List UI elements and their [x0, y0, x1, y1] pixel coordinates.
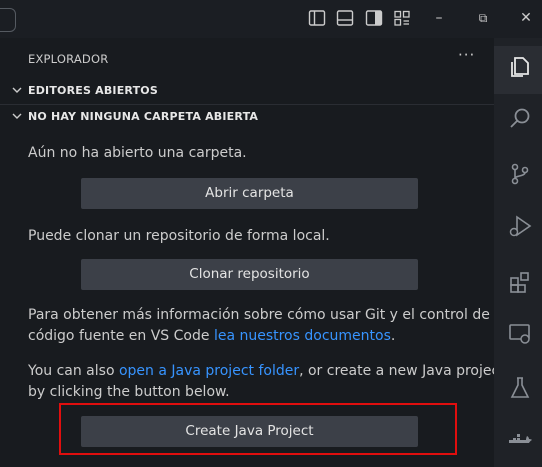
explorer-icon[interactable]: [506, 53, 534, 81]
section-label: EDITORES ABIERTOS: [28, 84, 158, 97]
minimize-button[interactable]: –: [429, 8, 449, 28]
java-info-prefix: You can also: [28, 363, 119, 379]
command-center-edge[interactable]: [0, 8, 16, 32]
section-no-folder[interactable]: NO HAY NINGUNA CARPETA ABIERTA: [0, 106, 494, 128]
no-folder-message: Aún no ha abierto una carpeta.: [28, 145, 247, 161]
remote-explorer-icon[interactable]: [506, 320, 534, 348]
clone-repository-button[interactable]: Clonar repositorio: [81, 259, 418, 290]
open-java-folder-link[interactable]: open a Java project folder: [119, 363, 299, 379]
testing-icon[interactable]: [506, 374, 534, 402]
git-info-line-1: Para obtener más información sobre cómo …: [28, 307, 490, 323]
search-icon[interactable]: [506, 105, 534, 133]
section-label: NO HAY NINGUNA CARPETA ABIERTA: [28, 110, 259, 123]
docker-icon[interactable]: [506, 428, 534, 456]
highlight-box: [59, 403, 457, 455]
java-info-suffix: , or create a new Java project: [299, 363, 505, 379]
toggle-panel-icon[interactable]: [336, 9, 354, 27]
restore-button[interactable]: ⧉: [473, 8, 493, 28]
git-info-prefix: código fuente en VS Code: [28, 328, 214, 344]
close-button[interactable]: ✕: [516, 8, 536, 28]
section-open-editors[interactable]: EDITORES ABIERTOS: [0, 80, 494, 102]
source-control-icon[interactable]: [506, 160, 534, 188]
git-info-line-2: código fuente en VS Code lea nuestros do…: [28, 326, 395, 347]
title-bar: – ⧉ ✕: [0, 0, 542, 38]
java-info-line-2: by clicking the button below.: [28, 384, 230, 400]
toggle-secondary-sidebar-icon[interactable]: [365, 9, 383, 27]
open-folder-button[interactable]: Abrir carpeta: [81, 178, 418, 209]
git-docs-link[interactable]: lea nuestros documentos: [214, 328, 391, 344]
run-debug-icon[interactable]: [506, 212, 534, 240]
section-divider: [0, 104, 494, 105]
chevron-down-icon: [10, 108, 24, 122]
activity-bar: [494, 38, 542, 467]
git-info-suffix: .: [390, 328, 396, 344]
explorer-title: EXPLORADOR: [28, 52, 109, 66]
chevron-down-icon: [10, 82, 24, 96]
clone-message: Puede clonar un repositorio de forma loc…: [28, 228, 330, 244]
extensions-icon[interactable]: [506, 268, 534, 296]
toggle-primary-sidebar-icon[interactable]: [308, 9, 326, 27]
java-info-line-1: You can also open a Java project folder,…: [28, 361, 505, 382]
more-actions-button[interactable]: ···: [458, 46, 475, 64]
customize-layout-icon[interactable]: [393, 9, 411, 27]
